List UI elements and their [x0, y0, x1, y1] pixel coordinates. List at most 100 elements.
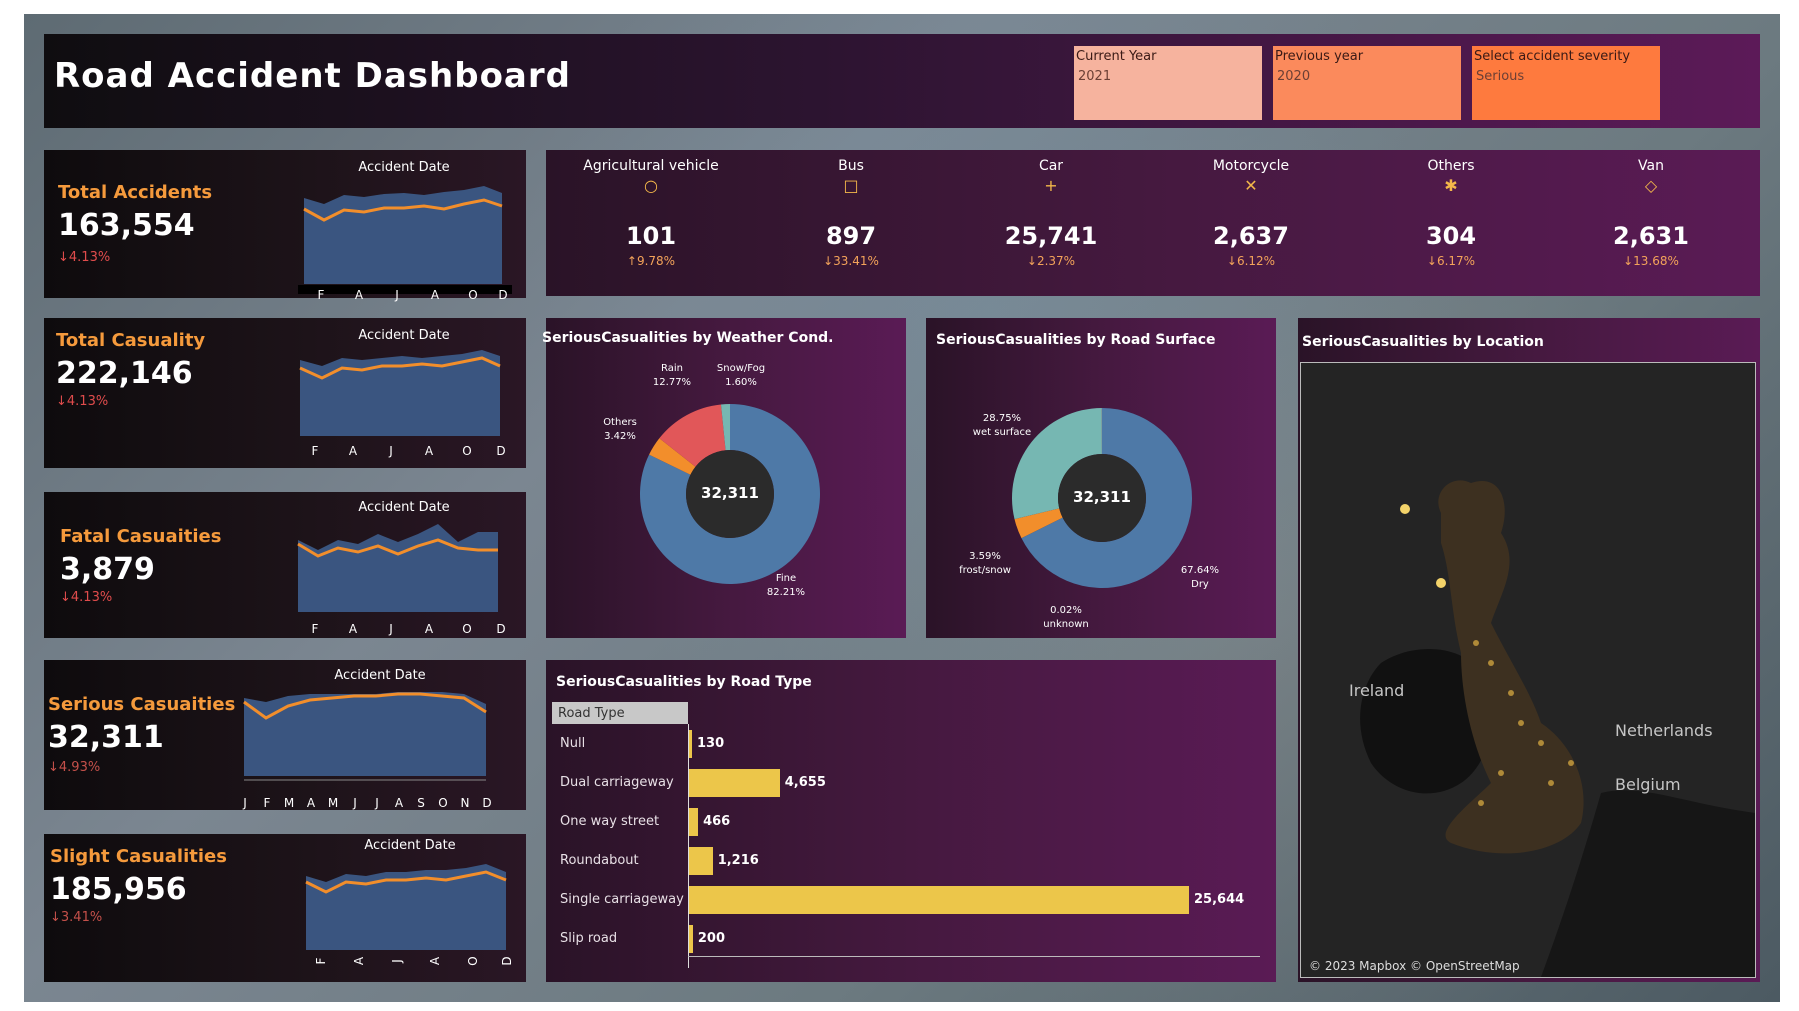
- label-name: Fine: [775, 573, 797, 584]
- label-pct: 28.75%: [982, 413, 1022, 424]
- x-tick: M: [283, 796, 295, 810]
- kpi-change: ↓4.13%: [58, 250, 111, 265]
- label-wet-surface: 28.75% wet surface: [962, 412, 1042, 440]
- label-name: Others: [603, 417, 637, 428]
- filter-label: Previous year: [1275, 49, 1364, 64]
- x-tick: A: [352, 956, 366, 966]
- circle-icon: ○: [644, 176, 658, 195]
- bar-one-way-street[interactable]: [689, 808, 699, 836]
- x-tick: D: [496, 444, 506, 458]
- filter-previous-year[interactable]: Previous year 2020: [1273, 46, 1461, 120]
- filter-label: Select accident severity: [1474, 49, 1631, 64]
- label-others: Others 3.42%: [590, 416, 650, 444]
- page-title: Road Accident Dashboard: [54, 56, 571, 96]
- label-fine: Fine 82.21%: [756, 572, 816, 600]
- vehicle-name: Others: [1427, 158, 1475, 174]
- bar-roundabout[interactable]: [689, 847, 713, 875]
- bar-category-label: Null: [560, 736, 586, 751]
- bar-slip-road[interactable]: [689, 925, 693, 953]
- bar-single-carriageway[interactable]: [689, 886, 1189, 914]
- x-tick: O: [462, 622, 472, 636]
- plus-icon: +: [1044, 176, 1058, 195]
- bar-baseline: [688, 956, 1260, 957]
- surface-panel: SeriousCasualities by Road Surface 32,31…: [926, 318, 1276, 638]
- kpi-label: Total Casuality: [56, 330, 206, 351]
- vehicle-change: ↓6.17%: [1426, 254, 1476, 268]
- kpi-value: 185,956: [50, 872, 187, 907]
- bar-value-label: 130: [697, 736, 725, 751]
- sparkline-svg: [297, 524, 498, 612]
- kpi-serious: Serious Casuaities 32,311 ↓4.93% Acciden…: [44, 660, 526, 810]
- donut-center-value: 32,311: [701, 484, 759, 502]
- x-tick: A: [306, 796, 316, 810]
- vehicle-value: 897: [825, 222, 877, 250]
- x-tick: A: [424, 444, 434, 458]
- x-tick: O: [438, 796, 448, 810]
- cross-icon: ✕: [1244, 176, 1258, 195]
- sparkline-total-accidents: Accident Date F A J A O D: [294, 160, 514, 302]
- vehicle-change: ↓6.12%: [1226, 254, 1276, 268]
- label-name: frost/snow: [959, 565, 1011, 576]
- filter-value: 2020: [1277, 69, 1311, 84]
- x-tick: F: [311, 622, 319, 636]
- bar-category-label: Slip road: [560, 931, 618, 946]
- location-panel: SeriousCasualities by Location Ireland N…: [1298, 318, 1760, 982]
- x-tick: D: [496, 622, 506, 636]
- x-tick: A: [424, 622, 434, 636]
- vehicle-change: ↓2.37%: [1026, 254, 1076, 268]
- panel-title: SeriousCasualities by Road Type: [556, 674, 812, 690]
- kpi-change: ↓4.93%: [48, 760, 101, 775]
- x-tick: S: [417, 796, 425, 810]
- vehicle-value: 2,637: [1213, 222, 1289, 250]
- map-points: [1400, 504, 1574, 806]
- sparkline-total-casualty: Accident Date F A J A O D: [294, 328, 514, 462]
- bar-value-label: 1,216: [717, 853, 759, 868]
- bar-dual-carriageway[interactable]: [689, 769, 780, 797]
- kpi-value: 163,554: [58, 208, 195, 243]
- filter-label: Current Year: [1076, 49, 1157, 64]
- x-tick: F: [317, 288, 325, 302]
- bar-value-label: 200: [697, 931, 726, 946]
- vehicle-motorcycle: Motorcycle ✕ 2,637 ↓6.12%: [1151, 158, 1351, 268]
- kpi-label: Serious Casuaities: [48, 694, 236, 715]
- panel-title: SeriousCasualities by Road Surface: [936, 332, 1216, 348]
- kpi-value: 3,879: [60, 552, 155, 587]
- bar-category-label: Roundabout: [560, 853, 639, 868]
- label-name: Dry: [1191, 579, 1209, 590]
- label-name: wet surface: [972, 427, 1032, 438]
- sparkline-slight: Accident Date F A J A O D: [300, 838, 520, 978]
- sparkline-fatal: Accident Date F A J A O D: [294, 500, 514, 636]
- vehicle-change: ↓13.68%: [1623, 254, 1679, 268]
- bar-value-label: 466: [703, 814, 731, 829]
- x-tick: J: [395, 288, 399, 302]
- bar-null[interactable]: [689, 730, 692, 758]
- vehicle-value: 2,631: [1613, 222, 1689, 250]
- panel-title: SeriousCasualities by Location: [1302, 334, 1544, 350]
- vehicle-agricultural: Agricultural vehicle ○ 101 ↑9.78%: [551, 158, 751, 268]
- x-tick: J: [353, 796, 357, 810]
- diamond-icon: ◇: [1644, 176, 1658, 195]
- label-pct: 67.64%: [1180, 565, 1220, 576]
- road-type-header: Road Type: [552, 702, 688, 724]
- vehicle-name: Bus: [838, 158, 864, 174]
- vehicle-value: 304: [1425, 222, 1477, 250]
- x-tick: D: [500, 956, 514, 966]
- vehicle-others: Others ✱ 304 ↓6.17%: [1351, 158, 1551, 268]
- vehicle-name: Van: [1638, 158, 1664, 174]
- sparkline-svg: [243, 692, 487, 781]
- vehicle-name: Motorcycle: [1212, 158, 1290, 174]
- x-tick: A: [394, 796, 404, 810]
- filter-value: Serious: [1476, 69, 1525, 84]
- kpi-total-accidents: Total Accidents 163,554 ↓4.13% Accident …: [44, 150, 526, 302]
- kpi-slight: Slight Casualities 185,956 ↓3.41% Accide…: [44, 834, 526, 982]
- filter-current-year[interactable]: Current Year 2021: [1074, 46, 1262, 120]
- uk-map[interactable]: Ireland Netherlands Belgium © 2023 Mapbo…: [1300, 362, 1756, 978]
- filter-severity[interactable]: Select accident severity Serious: [1472, 46, 1660, 120]
- x-tick: F: [314, 957, 328, 965]
- x-tick: O: [462, 444, 472, 458]
- vehicle-change: ↓33.41%: [823, 254, 879, 268]
- label-frost-snow: 3.59% frost/snow: [950, 550, 1020, 578]
- label-rain: Rain 12.77%: [642, 362, 702, 390]
- bar-category-label: Dual carriageway: [560, 775, 674, 790]
- sparkline-svg: [305, 864, 507, 950]
